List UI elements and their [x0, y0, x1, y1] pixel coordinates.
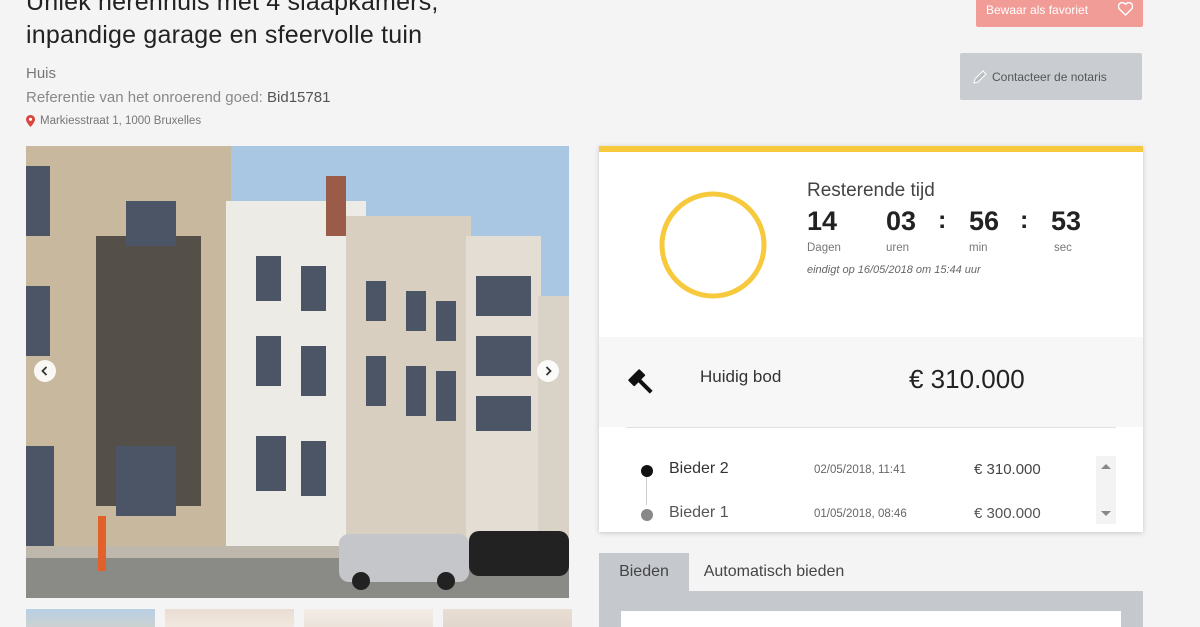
photo-prev-arrow[interactable] — [34, 360, 56, 382]
bid-input-area[interactable] — [621, 611, 1121, 627]
bid-history-scrollbar[interactable] — [1096, 456, 1116, 524]
bidder-name: Bieder 2 — [669, 460, 729, 477]
bid-dot — [641, 465, 653, 477]
pen-icon — [973, 69, 987, 84]
address-text: Markiesstraat 1, 1000 Bruxelles — [40, 115, 202, 127]
scroll-up-icon[interactable] — [1101, 464, 1111, 469]
heart-icon — [1118, 2, 1133, 16]
chevron-right-icon — [545, 366, 552, 376]
bid-amount: € 310.000 — [974, 461, 1041, 478]
property-reference: Referentie van het onroerend goed: Bid15… — [26, 89, 330, 106]
contact-notary-label: Contacteer de notaris — [992, 69, 1107, 84]
photo-next-arrow[interactable] — [537, 360, 559, 382]
current-bid-value: € 310.000 — [909, 364, 1025, 394]
current-bid-row — [599, 337, 1143, 427]
title-line-2: inpandige garage en sfeervolle tuin — [26, 21, 423, 49]
current-bid-label: Huidig bod — [700, 367, 782, 386]
bid-date: 02/05/2018, 11:41 — [814, 464, 906, 476]
location-pin-icon — [26, 115, 35, 127]
bid-amount: € 300.000 — [974, 505, 1041, 522]
bid-dot — [641, 509, 653, 521]
thumbnail[interactable] — [443, 609, 572, 627]
bid-tabs: Bieden Automatisch bieden — [599, 553, 1143, 627]
divider — [626, 427, 1116, 428]
favorite-button[interactable]: Bewaar als favoriet — [976, 0, 1143, 27]
gavel-icon — [628, 369, 653, 394]
countdown-colon: : — [938, 206, 947, 234]
tab-automatisch-bieden[interactable]: Automatisch bieden — [689, 553, 859, 591]
property-photo — [26, 146, 569, 598]
bid-row: Bieder 2 02/05/2018, 11:41 € 310.000 — [599, 456, 1143, 486]
listing-title: Uniek herenhuis met 4 slaapkamers, inpan… — [26, 0, 439, 52]
countdown-ring — [659, 191, 767, 299]
property-address: Markiesstraat 1, 1000 Bruxelles — [26, 115, 201, 127]
tab-content — [599, 591, 1143, 627]
property-type: Huis — [26, 65, 57, 82]
tab-bieden[interactable]: Bieden — [599, 553, 689, 591]
thumbnail[interactable] — [304, 609, 433, 627]
title-line-1: Uniek herenhuis met 4 slaapkamers, — [26, 0, 439, 16]
seconds-unit: sec — [1054, 242, 1072, 254]
house-facade-image — [26, 146, 569, 598]
thumbnail[interactable] — [165, 609, 294, 627]
countdown-seconds: 53 — [1051, 206, 1082, 236]
countdown-days: 14 — [807, 206, 838, 236]
countdown-minutes: 56 — [969, 206, 1000, 236]
auction-panel: Resterende tijd 14 03 : 56 : 53 Dagen ur… — [599, 146, 1143, 532]
reference-value: Bid15781 — [267, 89, 331, 106]
chevron-left-icon — [41, 366, 48, 376]
bid-date: 01/05/2018, 08:46 — [814, 508, 907, 520]
countdown-colon: : — [1020, 206, 1029, 234]
thumbnail[interactable] — [26, 609, 155, 627]
bidder-name: Bieder 1 — [669, 504, 729, 521]
auction-end-date: eindigt op 16/05/2018 om 15:44 uur — [807, 264, 981, 276]
hours-unit: uren — [886, 242, 910, 254]
scroll-down-icon[interactable] — [1101, 511, 1111, 516]
bid-row: Bieder 1 01/05/2018, 08:46 € 300.000 — [599, 500, 1143, 530]
countdown-hours: 03 — [886, 206, 917, 236]
favorite-label: Bewaar als favoriet — [986, 2, 1089, 17]
reference-label: Referentie van het onroerend goed: — [26, 89, 263, 106]
days-unit: Dagen — [807, 242, 841, 254]
remaining-time-label: Resterende tijd — [807, 180, 935, 201]
timeline-line — [646, 477, 647, 505]
photo-thumbnails — [26, 609, 572, 627]
contact-notary-button[interactable]: Contacteer de notaris — [960, 53, 1142, 100]
minutes-unit: min — [969, 242, 988, 254]
